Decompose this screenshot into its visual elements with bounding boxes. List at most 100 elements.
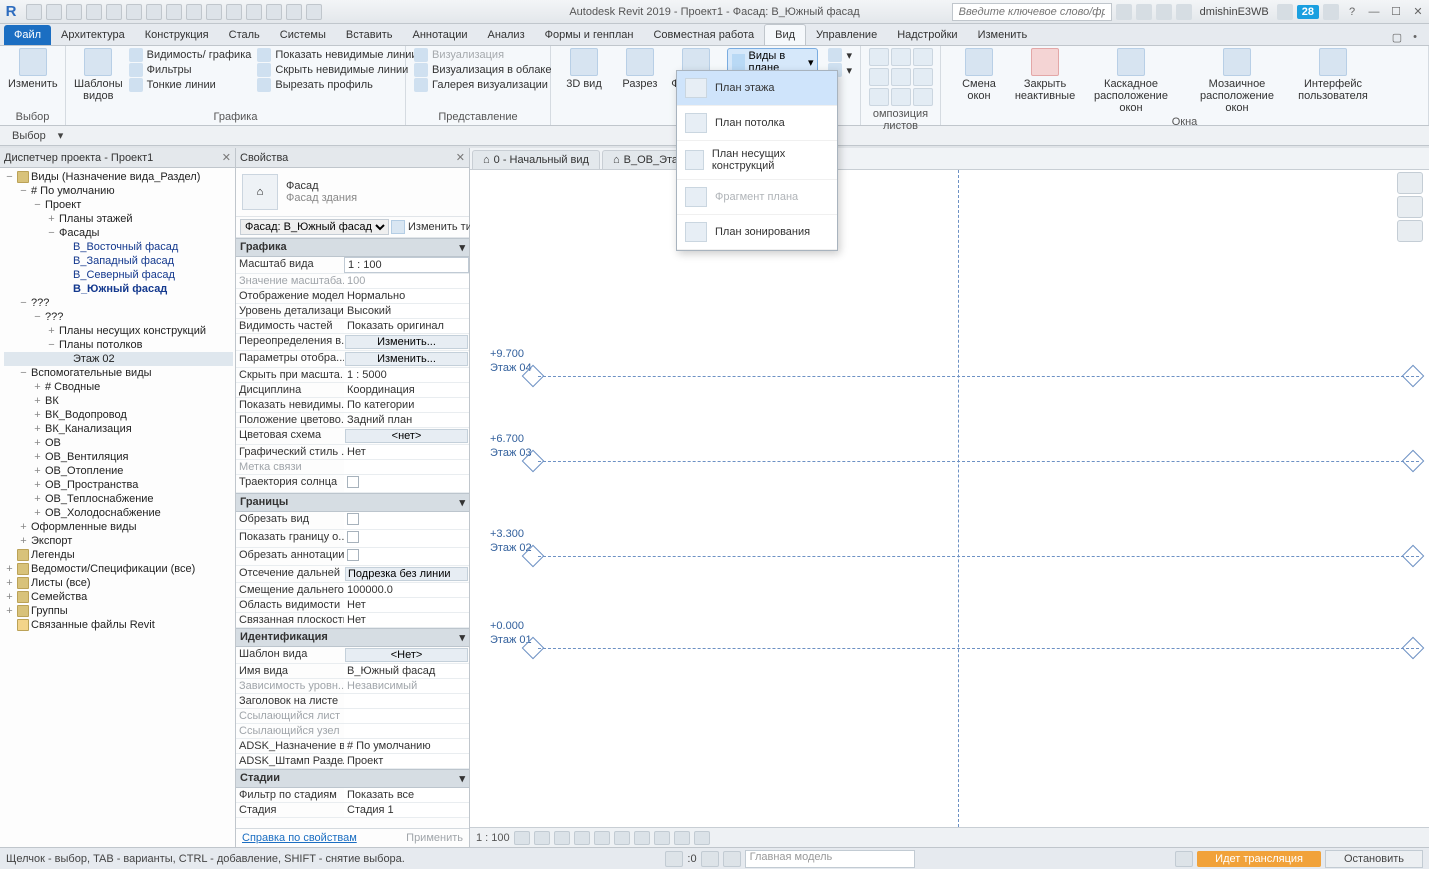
cascade-button[interactable]: Каскадное расположение окон	[1081, 48, 1181, 114]
props-help-link[interactable]: Справка по свойствам	[242, 832, 357, 844]
tab-architecture[interactable]: Архитектура	[51, 25, 135, 45]
tab-view[interactable]: Вид	[764, 24, 806, 45]
misc1-button[interactable]: ▾	[828, 48, 852, 62]
sc1-button[interactable]	[869, 48, 889, 66]
prop-lod[interactable]: Уровень детализацииВысокий	[236, 304, 469, 319]
tree-groups[interactable]: Группы	[31, 605, 68, 617]
help-icon[interactable]: ?	[1343, 4, 1361, 20]
thin-lines-button[interactable]: Тонкие линии	[129, 78, 252, 92]
tree-floorplans[interactable]: Планы этажей	[59, 213, 133, 225]
render-cloud-button[interactable]: Визуализация в облаке	[414, 63, 552, 77]
prop-cscheme[interactable]: Цветовая схема<нет>	[236, 428, 469, 445]
prop-crop[interactable]: Обрезать вид	[236, 512, 469, 530]
vc-sun-icon[interactable]	[554, 831, 570, 845]
prop-dispopt[interactable]: Параметры отобра...Изменить...	[236, 351, 469, 368]
tab-steel[interactable]: Сталь	[219, 25, 270, 45]
prop-scale[interactable]: Масштаб вида1 : 100	[236, 257, 469, 274]
qat-dd-icon[interactable]	[306, 4, 322, 20]
close-button[interactable]: ✕	[1409, 4, 1427, 20]
3d-view-button[interactable]: 3D вид	[559, 48, 609, 90]
tree-views[interactable]: Виды (Назначение вида_Раздел)	[31, 171, 200, 183]
cart-icon[interactable]	[1323, 4, 1339, 20]
dd-floor-plan[interactable]: План этажа	[677, 71, 837, 106]
tree-ovtepl[interactable]: ОВ_Теплоснабжение	[45, 493, 154, 505]
vc-hide-icon[interactable]	[634, 831, 650, 845]
star-icon[interactable]	[1156, 4, 1172, 20]
prop-sheettitle[interactable]: Заголовок на листе	[236, 694, 469, 709]
prop-faroff[interactable]: Смещение дальнего...100000.0	[236, 583, 469, 598]
tab-massing[interactable]: Формы и генплан	[535, 25, 644, 45]
cut-profile-button[interactable]: Вырезать профиль	[257, 78, 417, 92]
tree-export[interactable]: Экспорт	[31, 535, 72, 547]
workset-combo[interactable]: Главная модель	[745, 850, 915, 868]
prop-farclip[interactable]: Отсечение дальней ...Подрезка без линии	[236, 566, 469, 583]
prop-pfilter[interactable]: Фильтр по стадиямПоказать все	[236, 788, 469, 803]
qat-print-icon[interactable]	[106, 4, 122, 20]
sc8-button[interactable]	[891, 88, 911, 106]
vc-constraint-icon[interactable]	[694, 831, 710, 845]
tab-addins[interactable]: Надстройки	[887, 25, 967, 45]
group-ident[interactable]: Идентификация▾	[236, 628, 469, 647]
vc-shadow-icon[interactable]	[574, 831, 590, 845]
prop-showhid[interactable]: Показать невидимы...По категории	[236, 398, 469, 413]
modify-button[interactable]: Изменить	[8, 48, 58, 90]
tree-unk2[interactable]: ???	[45, 311, 63, 323]
prop-scope[interactable]: Область видимостиНет	[236, 598, 469, 613]
tab-analyze[interactable]: Анализ	[477, 25, 534, 45]
tree-ceilplans[interactable]: Планы потолков	[59, 339, 142, 351]
prop-hide[interactable]: Скрыть при масшта...1 : 5000	[236, 368, 469, 383]
tree-elev-west[interactable]: В_Западный фасад	[73, 255, 174, 267]
comm-icon[interactable]	[1277, 4, 1293, 20]
tree-elevations[interactable]: Фасады	[59, 227, 99, 239]
qat-close-icon[interactable]	[286, 4, 302, 20]
hide-hidden-button[interactable]: Скрыть невидимые линии	[257, 63, 417, 77]
nav-home-icon[interactable]	[1397, 172, 1423, 194]
prop-parts[interactable]: Видимость частейПоказать оригинал	[236, 319, 469, 334]
tab-annotate[interactable]: Аннотации	[403, 25, 478, 45]
tree-project[interactable]: Проект	[45, 199, 81, 211]
tree-default[interactable]: # По умолчанию	[31, 185, 115, 197]
vc-reveal-icon[interactable]	[674, 831, 690, 845]
sb-icon2[interactable]	[701, 851, 719, 867]
tree-vkvodo[interactable]: ВК_Водопровод	[45, 409, 127, 421]
nav-wheel-icon[interactable]	[1397, 196, 1423, 218]
group-extents[interactable]: Границы▾	[236, 493, 469, 512]
tab-insert[interactable]: Вставить	[336, 25, 403, 45]
instance-selector[interactable]: Фасад: В_Южный фасад	[240, 219, 389, 235]
prop-override[interactable]: Переопределения в...Изменить...	[236, 334, 469, 351]
dd-structural-plan[interactable]: План несущих конструкций	[677, 141, 837, 180]
qat-sync-icon[interactable]	[226, 4, 242, 20]
tab-systems[interactable]: Системы	[270, 25, 336, 45]
doctab-start[interactable]: ⌂0 - Начальный вид	[472, 150, 600, 169]
vc-crop-icon[interactable]	[594, 831, 610, 845]
view-templates-button[interactable]: Шаблоны видов	[74, 48, 123, 102]
prop-colorloc[interactable]: Положение цветово...Задний план	[236, 413, 469, 428]
prop-display[interactable]: Отображение моделиНормально	[236, 289, 469, 304]
qat-tag-icon[interactable]	[166, 4, 182, 20]
tree-structplans[interactable]: Планы несущих конструкций	[59, 325, 206, 337]
tree-elev-north[interactable]: В_Северный фасад	[73, 269, 175, 281]
tree-elev-east[interactable]: В_Восточный фасад	[73, 241, 178, 253]
tab-structure[interactable]: Конструкция	[135, 25, 219, 45]
user-name[interactable]: dmishinE3WB	[1196, 6, 1273, 18]
tile-button[interactable]: Мозаичное расположение окон	[1187, 48, 1287, 114]
tree-ovvent[interactable]: ОВ_Вентиляция	[45, 451, 129, 463]
vc-cropshow-icon[interactable]	[614, 831, 630, 845]
signin-icon[interactable]	[1136, 4, 1152, 20]
group-phase[interactable]: Стадии▾	[236, 769, 469, 788]
show-hidden-button[interactable]: Показать невидимые линии	[257, 48, 417, 62]
tree-svod[interactable]: # Сводные	[45, 381, 100, 393]
sb-icon3[interactable]	[723, 851, 741, 867]
qat-dim-icon[interactable]	[146, 4, 162, 20]
filters-button[interactable]: Фильтры	[129, 63, 252, 77]
qat-redo-icon[interactable]	[86, 4, 102, 20]
close-hidden-button[interactable]: Закрыть неактивные	[1015, 48, 1075, 102]
scale-label[interactable]: 1 : 100	[476, 832, 510, 844]
render-gallery-button[interactable]: Галерея визуализации	[414, 78, 552, 92]
tree-schedules[interactable]: Ведомости/Спецификации (все)	[31, 563, 195, 575]
search-input[interactable]	[952, 3, 1112, 21]
prop-annocrop[interactable]: Обрезать аннотации	[236, 548, 469, 566]
qat-save-icon[interactable]	[46, 4, 62, 20]
tree-ovpros[interactable]: ОВ_Пространства	[45, 479, 138, 491]
props-close-icon[interactable]: ✕	[456, 151, 465, 164]
